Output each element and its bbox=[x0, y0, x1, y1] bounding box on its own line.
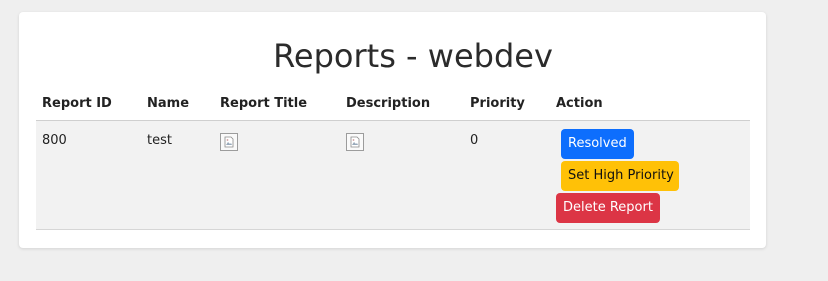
cell-name: test bbox=[147, 133, 172, 148]
table-header: Report ID Name Report Title Description … bbox=[36, 86, 750, 121]
table-row: 800 test 0 Resolved Set High Priority De… bbox=[36, 121, 750, 230]
header-action: Action bbox=[556, 96, 603, 111]
header-priority: Priority bbox=[470, 96, 525, 111]
header-report-id: Report ID bbox=[42, 96, 112, 111]
header-description: Description bbox=[346, 96, 431, 111]
set-high-priority-button[interactable]: Set High Priority bbox=[561, 161, 679, 191]
cell-report-id: 800 bbox=[42, 133, 67, 148]
page-title: Reports - webdev bbox=[273, 37, 553, 75]
resolved-button[interactable]: Resolved bbox=[561, 129, 634, 159]
header-name: Name bbox=[147, 96, 190, 111]
delete-report-button[interactable]: Delete Report bbox=[556, 193, 660, 223]
broken-image-icon bbox=[346, 133, 364, 151]
reports-card: Reports - webdev Report ID Name Report T… bbox=[19, 12, 766, 248]
broken-image-icon bbox=[220, 133, 238, 151]
header-report-title: Report Title bbox=[220, 96, 308, 111]
reports-table: Report ID Name Report Title Description … bbox=[36, 86, 750, 230]
cell-priority: 0 bbox=[470, 133, 479, 148]
